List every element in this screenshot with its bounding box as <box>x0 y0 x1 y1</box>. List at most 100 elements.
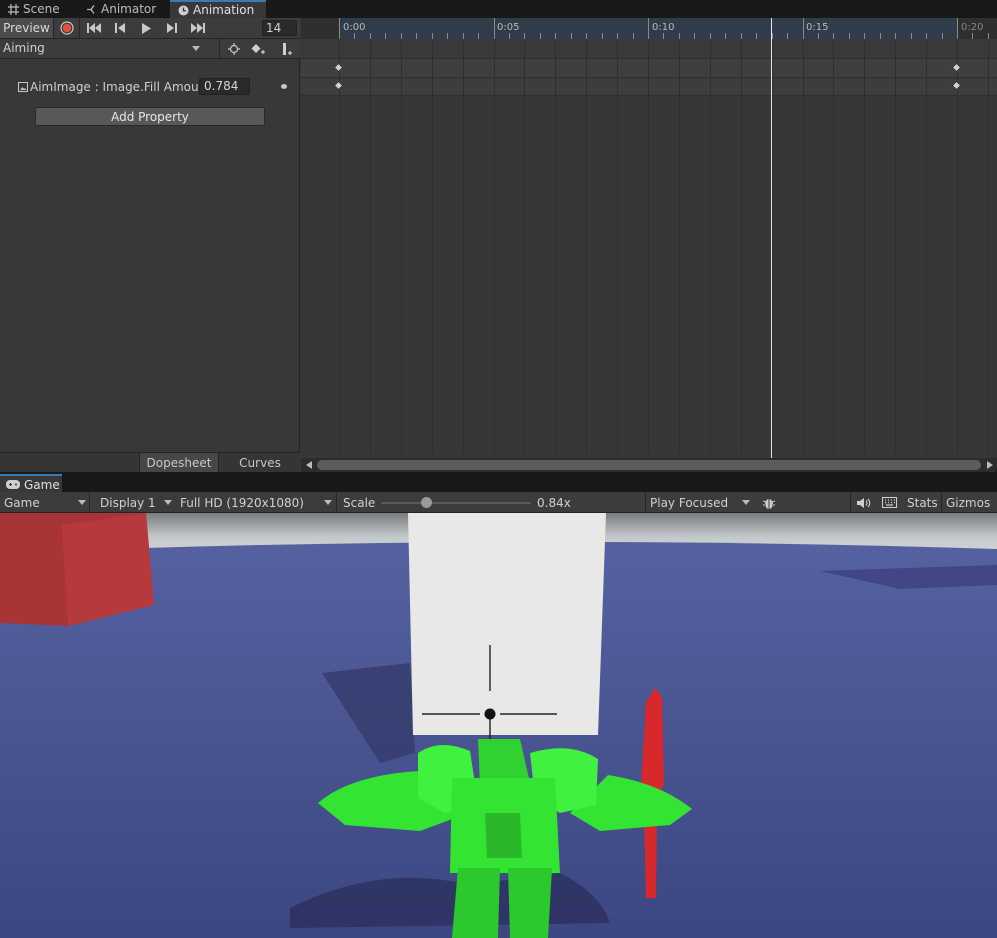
frame-debugger-button[interactable] <box>758 492 780 513</box>
timeline-gridline <box>833 39 835 454</box>
timeline-gridline <box>957 39 958 454</box>
ruler-label: 0:10 <box>652 22 675 33</box>
next-key-button[interactable] <box>161 18 183 38</box>
ruler-tick <box>632 33 634 39</box>
scale-slider-handle[interactable] <box>421 497 432 508</box>
ruler-tick <box>508 33 510 39</box>
record-icon <box>60 21 74 35</box>
ruler-tick <box>493 18 495 39</box>
summary-key-row[interactable] <box>301 59 997 77</box>
scroll-left-icon[interactable] <box>306 461 312 469</box>
timeline-gridline <box>431 39 433 454</box>
timeline-gridline <box>617 39 619 454</box>
playhead[interactable] <box>771 18 772 458</box>
timeline-gridline <box>864 39 866 454</box>
tab-curves[interactable]: Curves <box>220 453 300 473</box>
ruler-tick <box>817 33 819 39</box>
animated-property-row[interactable]: AimImage : Image.Fill Amount 0.784 <box>0 78 300 96</box>
record-button[interactable] <box>58 18 76 38</box>
game-viewport[interactable] <box>0 513 997 938</box>
ruler-tick <box>339 18 340 39</box>
ruler-label: 0:20 <box>961 22 984 33</box>
tab-game[interactable]: Game <box>0 474 62 493</box>
preview-button[interactable]: Preview <box>0 18 54 38</box>
ruler-tick <box>910 33 912 39</box>
ruler-tick <box>972 33 974 39</box>
keyboard-shortcuts-button[interactable] <box>878 492 902 513</box>
skip-start-icon <box>87 23 101 33</box>
ruler-tick <box>416 33 418 39</box>
tab-scene-label: Scene <box>23 2 60 16</box>
previous-key-button[interactable] <box>109 18 131 38</box>
add-event-button[interactable] <box>276 39 298 58</box>
clip-dropdown[interactable]: Aiming <box>0 39 206 58</box>
scrollbar-thumb[interactable] <box>317 460 981 470</box>
tab-animator-label: Animator <box>101 2 157 16</box>
last-key-button[interactable] <box>187 18 209 38</box>
timeline-gridline <box>586 39 588 454</box>
display-dropdown[interactable]: Display 1 <box>96 492 175 513</box>
tab-animation-label: Animation <box>193 3 255 17</box>
tab-game-label: Game <box>24 477 60 492</box>
game-tab-bar <box>0 472 997 492</box>
resolution-dropdown[interactable]: Full HD (1920x1080) <box>176 492 336 513</box>
filter-selection-button[interactable] <box>224 39 244 58</box>
ruler-tick <box>601 33 603 39</box>
add-property-button[interactable]: Add Property <box>35 107 265 126</box>
ruler-tick <box>756 33 758 39</box>
skip-end-icon <box>191 23 205 33</box>
display-value: Display 1 <box>100 495 156 510</box>
scale-slider-track[interactable] <box>381 502 531 504</box>
key-options-icon[interactable] <box>281 84 287 89</box>
scroll-right-icon[interactable] <box>987 461 993 469</box>
tab-scene[interactable]: Scene <box>0 0 76 18</box>
image-component-icon <box>18 82 28 92</box>
ruler-tick <box>787 33 789 39</box>
crosshair-filter-icon <box>228 42 240 55</box>
event-lane[interactable] <box>301 39 997 59</box>
timeline-gridline <box>462 39 464 454</box>
ruler-tick <box>648 18 649 39</box>
scale-label: Scale <box>343 495 376 510</box>
toolbar-divider <box>79 18 80 38</box>
stats-button[interactable]: Stats <box>903 492 941 513</box>
timeline-gridline <box>895 39 897 454</box>
mute-audio-button[interactable] <box>853 492 875 513</box>
first-key-button[interactable] <box>83 18 105 38</box>
play-mode-dropdown[interactable]: Play Focused <box>646 492 756 513</box>
toolbar-divider <box>336 492 337 513</box>
play-mode-value: Play Focused <box>650 495 729 510</box>
play-button[interactable] <box>135 18 157 38</box>
play-icon <box>141 22 151 34</box>
game-mode-dropdown[interactable]: Game <box>0 492 89 513</box>
timeline-gridline <box>493 39 495 454</box>
timeline-gridline <box>369 39 371 454</box>
horizontal-scrollbar[interactable] <box>301 458 997 472</box>
tab-animator[interactable]: Animator <box>78 0 170 18</box>
game-scene <box>0 513 997 938</box>
crosshair-dot <box>484 708 496 720</box>
dopesheet-timeline[interactable]: 0:00 0:05 0:10 0:15 0:20 <box>301 18 997 472</box>
view-mode-tabs: Dopesheet Curves <box>0 452 300 473</box>
ruler-tick <box>570 33 572 39</box>
white-pillar <box>408 513 606 735</box>
ruler-tick <box>694 33 696 39</box>
step-back-icon <box>115 23 125 33</box>
ruler-tick <box>957 18 958 39</box>
gamepad-icon <box>6 480 20 489</box>
frame-field[interactable]: 14 <box>262 20 297 36</box>
clock-icon <box>178 5 189 15</box>
tab-dopesheet[interactable]: Dopesheet <box>139 453 219 473</box>
chevron-down-icon <box>78 500 86 505</box>
property-value-field[interactable]: 0.784 <box>199 78 250 95</box>
tab-animation[interactable]: Animation <box>170 0 266 18</box>
step-forward-icon <box>167 23 177 33</box>
toolbar-divider <box>89 492 90 513</box>
property-label: AimImage : Image.Fill Amount <box>30 80 211 94</box>
add-keyframe-button[interactable] <box>248 39 270 58</box>
ruler-tick <box>879 33 881 39</box>
keyboard-icon <box>882 497 897 508</box>
game-mode-value: Game <box>4 495 40 510</box>
property-key-row[interactable] <box>301 77 997 96</box>
gizmos-button[interactable]: Gizmos <box>942 492 997 513</box>
